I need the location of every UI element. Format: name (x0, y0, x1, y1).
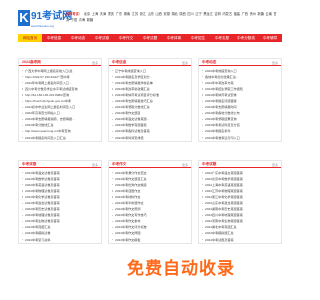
region-link[interactable]: 宁夏 (71, 18, 77, 22)
nav-item[interactable]: 中考动态 (66, 34, 90, 42)
panel-info: 中考信息 更多 辽宁中考成绩查询入口 2024中考报名及学区划分... 2024中考志愿… (108, 58, 192, 142)
panel-header: 中考试卷 更多 (19, 161, 101, 168)
panel-header: 2024高考网 更多 (19, 59, 101, 66)
region-link[interactable]: 新疆 (87, 18, 93, 22)
region-link[interactable]: 青海 (79, 18, 85, 22)
article-list: 2024中考满分作文范文 2024中考作文题目汇总 2024中考优秀作文精选 2024… (109, 168, 191, 243)
panel-header: 中考动态 更多 (199, 59, 281, 66)
region-link[interactable]: 北京 (84, 12, 90, 16)
article-list: 广西大学中考网上报名系统入口(最 https://202.97.190.62/k/… (19, 66, 101, 141)
region-link[interactable]: 内蒙古 (222, 12, 232, 16)
region-link[interactable]: 云南 (266, 12, 272, 16)
region-label: 省市考试： (66, 12, 82, 16)
panel-questions: 中考试题 更多 2024广东中考语文真题答案 2024北京中考数学真题答案 2024上海… (198, 160, 282, 244)
region-link[interactable]: 陕西 (179, 12, 185, 16)
article-link[interactable]: 2024中考试题及答案 (202, 237, 278, 243)
region-link[interactable]: 广西 (242, 12, 248, 16)
article-link[interactable]: 2024中考时间安排表 (112, 135, 188, 141)
region-link[interactable]: 吉林 (215, 12, 221, 16)
region-link[interactable]: 山西 (156, 12, 162, 16)
region-links: 省市考试： 北京 上海 天津 重庆 广东 湖南 江苏 浙江 山东 山西 安徽 湖北 陕西 四川 辽宁 黑龙江吉… (66, 12, 280, 23)
region-link[interactable]: 福建 (234, 12, 240, 16)
region-link[interactable]: 湖南 (124, 12, 130, 16)
more-link[interactable]: 更多 (182, 61, 188, 65)
panel-title: 中考试卷 (22, 162, 37, 166)
nav-item[interactable]: 中考体育 (162, 34, 186, 42)
panel-gaokao: 2024高考网 更多 广西大学中考网上报名系统入口(最 https://202.97.… (18, 58, 102, 142)
region-link[interactable]: 上海 (92, 12, 98, 16)
region-link[interactable]: 四川 (187, 12, 193, 16)
region-link[interactable]: 新疆 (258, 12, 264, 16)
panel-title: 中考作文 (112, 162, 127, 166)
region-link[interactable]: 辽宁 (195, 12, 201, 16)
more-link[interactable]: 更多 (92, 61, 98, 65)
panel-header: 中考试题 更多 (199, 161, 281, 168)
panel-header: 中考信息 更多 (109, 59, 191, 66)
more-link[interactable]: 更多 (182, 163, 188, 167)
region-link[interactable]: 湖北 (171, 12, 177, 16)
ad-banner[interactable]: 免费自动收录 (108, 258, 254, 280)
nav-item[interactable]: 中考试卷 (90, 34, 114, 42)
region-link[interactable]: 贵州 (250, 12, 256, 16)
article-link[interactable]: 2024中考复习资料 (22, 237, 98, 243)
article-link[interactable]: 2024中考作文模板 (112, 237, 188, 243)
region-link[interactable]: 江苏 (132, 12, 138, 16)
nav-item[interactable]: 网站首页 (18, 34, 42, 42)
more-link[interactable]: 更多 (92, 163, 98, 167)
panel-title: 2024高考网 (22, 60, 41, 64)
region-link[interactable]: 安徽 (164, 12, 170, 16)
nav-item[interactable]: 中考辅导 (258, 34, 282, 42)
nav-item[interactable]: 中考试题 (138, 34, 162, 42)
logo-url: www.91exam.org (31, 24, 55, 28)
nav-item[interactable]: 中考志愿 (210, 34, 234, 42)
logo-mark: K (18, 10, 30, 26)
site-header: K 91考试网 www.91exam.org 省市考试： 北京 上海 天津 重庆 广东湖… (18, 10, 282, 34)
article-list: 2024广东中考语文真题答案 2024北京中考数学真题答案 2024上海中考英语真题… (199, 168, 281, 243)
nav-item[interactable]: 中考作文 (114, 34, 138, 42)
article-link[interactable]: 2024中考准考证打印入口 (202, 135, 278, 141)
nav-item[interactable]: 中考招生 (186, 34, 210, 42)
region-link[interactable]: 天津 (100, 12, 106, 16)
nav-item[interactable]: 中考分数线 (234, 34, 258, 42)
panel-papers: 中考试卷 更多 2024中考语文试卷及答案 2024中考数学试卷及答案 2024中考英语… (18, 160, 102, 244)
panel-title: 中考动态 (202, 60, 217, 64)
article-list: 2024中考语文试卷及答案 2024中考数学试卷及答案 2024中考英语试卷及答案 2… (19, 168, 101, 243)
region-link[interactable]: 山东 (148, 12, 154, 16)
main-nav: 网站首页 中考信息 中考动态 中考试卷 中考作文 中考试题 中考体育 中考招生 中考志愿 中考分数… (18, 34, 282, 42)
article-list: 2024中考成绩查询入口 各地中考加分政策汇总... 2024年中考改革方案 2024… (199, 66, 281, 141)
ad-text: 免费自动收录 (127, 259, 235, 278)
more-link[interactable]: 更多 (272, 163, 278, 167)
article-list: 辽宁中考成绩查询入口 2024中考报名及学区划分... 2024中考志愿填报学校名单… (109, 66, 191, 141)
panel-news: 中考动态 更多 2024中考成绩查询入口 各地中考加分政策汇总... 2024年中考改革… (198, 58, 282, 142)
nav-item[interactable]: 中考信息 (42, 34, 66, 42)
site-logo[interactable]: K 91考试网 www.91exam.org (18, 10, 72, 32)
panel-title: 中考信息 (112, 60, 127, 64)
region-link[interactable]: 广东 (116, 12, 122, 16)
region-link[interactable]: 黑龙江 (203, 12, 213, 16)
article-link[interactable]: 2024中考报名时间及入口汇总 (22, 135, 98, 141)
more-link[interactable]: 更多 (272, 61, 278, 65)
region-link[interactable]: 重庆 (108, 12, 114, 16)
panel-header: 中考作文 更多 (109, 161, 191, 168)
panel-title: 中考试题 (202, 162, 217, 166)
region-link[interactable]: 浙江 (140, 12, 146, 16)
panel-essays: 中考作文 更多 2024中考满分作文范文 2024中考作文题目汇总 2024中考优秀作文… (108, 160, 192, 244)
